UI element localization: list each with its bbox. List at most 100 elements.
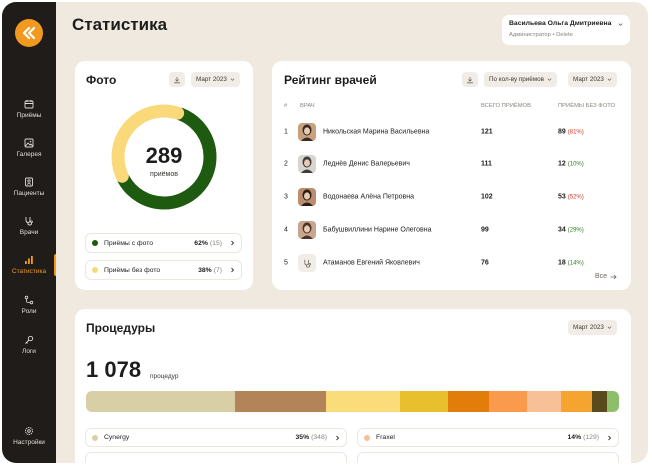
doctor-total: 102 xyxy=(481,193,493,201)
doctor-without-photo: 18 (14%) xyxy=(558,260,584,267)
doctor-without-pct: (10%) xyxy=(567,161,584,168)
sidebar-item-label: Галерея xyxy=(16,151,42,158)
download-icon xyxy=(174,76,180,83)
table-row[interactable]: 3 Водонаева Алёна Петровна 102 53 (52%) xyxy=(284,187,624,207)
sidebar-item-appointments[interactable]: Приёмы xyxy=(2,92,56,126)
legend-row-without-photo[interactable]: Приёмы без фото 38% (7) xyxy=(85,260,242,280)
app-logo[interactable] xyxy=(15,19,43,47)
doctor-rank: 3 xyxy=(284,193,288,201)
sidebar-item-patients[interactable]: Пациенты xyxy=(2,170,56,204)
procedure-segment[interactable] xyxy=(86,391,236,412)
procedure-segment[interactable] xyxy=(527,391,561,412)
procedure-segment[interactable] xyxy=(235,391,326,412)
arrow-right-icon xyxy=(610,274,617,279)
doctor-without-photo: 12 (10%) xyxy=(558,161,584,168)
user-role: Администратор xyxy=(509,32,551,38)
see-all-link[interactable]: Все xyxy=(595,273,617,280)
avatar xyxy=(298,188,316,206)
table-row[interactable]: 5 Атаманов Евгений Яковлевич 76 18 (14%) xyxy=(284,253,624,273)
procedures-total: 1 078 xyxy=(86,357,142,382)
period-select[interactable]: Март 2023 xyxy=(191,72,240,87)
sort-select[interactable]: По кол-ву приёмов xyxy=(484,72,557,87)
procedure-segment[interactable] xyxy=(400,391,449,412)
table-header-rank: # xyxy=(284,103,288,109)
procedure-segment[interactable] xyxy=(488,391,528,412)
chevron-down-icon xyxy=(618,23,623,26)
download-button[interactable] xyxy=(169,72,185,87)
legend-dot xyxy=(92,434,98,441)
sidebar-item-label: Логи xyxy=(22,348,36,355)
page-title: Статистика xyxy=(72,15,168,34)
procedure-segment[interactable] xyxy=(560,391,592,412)
sidebar-item-label: Роли xyxy=(21,308,37,315)
rating-title: Рейтинг врачей xyxy=(284,73,377,87)
doctor-total: 76 xyxy=(481,259,489,267)
gear-icon xyxy=(25,427,33,435)
doctor-without-pct: (52%) xyxy=(567,194,584,201)
doctor-name: Леднёв Денис Валерьевич xyxy=(323,160,410,168)
period-select[interactable]: Март 2023 xyxy=(568,320,617,335)
chevron-down-icon xyxy=(607,326,612,329)
donut-total-label: приёмов xyxy=(150,171,178,178)
user-meta: Администратор • Delete xyxy=(509,32,623,38)
doctor-rank: 1 xyxy=(284,128,288,136)
table-header-doctor: Врач xyxy=(300,103,315,109)
sidebar-item-roles[interactable]: Роли xyxy=(2,288,56,322)
sidebar-item-statistics[interactable]: Статистика xyxy=(2,248,56,282)
sidebar-item-label: Приёмы xyxy=(16,112,42,119)
procedure-legend-row[interactable]: Fraxel 14% (129) xyxy=(357,428,619,447)
doctor-without-photo: 89 (81%) xyxy=(558,129,584,136)
sort-value: По кол-ву приёмов xyxy=(489,76,544,83)
doctor-total: 99 xyxy=(481,226,489,234)
chevron-right-icon xyxy=(231,267,235,273)
user-name: Васильева Ольга Дмитриевна xyxy=(509,20,612,27)
sidebar-item-label: Врачи xyxy=(19,229,39,236)
sidebar-item-gallery[interactable]: Галерея xyxy=(2,131,56,165)
contacts-icon xyxy=(25,177,33,187)
procedure-segment[interactable] xyxy=(591,391,607,412)
legend-label: Fraxel xyxy=(376,434,395,441)
table-row[interactable]: 1 Никольская Марина Васильевна 121 89 (81%) xyxy=(284,122,624,142)
stethoscope-icon xyxy=(303,259,311,268)
active-indicator xyxy=(54,254,56,276)
procedure-legend-row-partial[interactable] xyxy=(357,452,619,463)
avatar xyxy=(298,155,316,173)
sidebar-item-doctors[interactable]: Врачи xyxy=(2,209,56,243)
doctor-without-count: 18 xyxy=(558,259,566,267)
legend-dot xyxy=(92,267,98,273)
legend-label: Приёмы без фото xyxy=(104,266,161,274)
procedure-legend-row[interactable]: Cynergy 35% (348) xyxy=(85,428,347,447)
avatar xyxy=(298,123,316,141)
chevron-down-icon xyxy=(607,78,612,81)
procedure-segment[interactable] xyxy=(606,391,619,412)
avatar xyxy=(298,221,316,239)
delete-link[interactable]: Delete xyxy=(556,32,573,38)
calendar-icon xyxy=(24,100,34,109)
bar-chart-icon xyxy=(25,256,33,264)
sidebar-item-label: Настройки xyxy=(13,439,45,446)
doctor-without-count: 89 xyxy=(558,128,566,136)
doctor-name: Водонаева Алёна Петровна xyxy=(323,193,415,201)
sidebar-item-label: Пациенты xyxy=(13,190,45,197)
chevron-down-icon xyxy=(547,78,552,81)
user-menu[interactable]: Васильева Ольга Дмитриевна Администратор… xyxy=(502,15,630,45)
procedure-legend-row-partial[interactable] xyxy=(85,452,347,463)
chevron-right-icon xyxy=(231,240,235,246)
see-all-label: Все xyxy=(595,273,608,280)
legend-pct: 35% xyxy=(295,434,310,441)
doctor-rank: 5 xyxy=(284,259,288,267)
doctor-without-pct: (29%) xyxy=(567,227,584,234)
procedure-segment[interactable] xyxy=(325,391,401,412)
image-icon xyxy=(24,138,34,148)
app-frame: Приёмы Галерея Пациенты Врачи Статистика… xyxy=(2,2,648,463)
table-row[interactable]: 4 Бабушвиллини Нарине Олеговна 99 34 (29%) xyxy=(284,220,624,240)
download-button[interactable] xyxy=(462,72,478,87)
legend-row-with-photo[interactable]: Приёмы с фото 62% (15) xyxy=(85,233,242,253)
legend-pct: 14% xyxy=(567,434,582,441)
sidebar-item-logs[interactable]: Логи xyxy=(2,328,56,362)
chevron-right-icon xyxy=(608,435,612,440)
procedure-segment[interactable] xyxy=(448,391,489,412)
sidebar-item-settings[interactable]: Настройки xyxy=(2,419,56,453)
period-select[interactable]: Март 2023 xyxy=(568,72,617,87)
table-row[interactable]: 2 Леднёв Денис Валерьевич 111 12 (10%) xyxy=(284,154,624,174)
